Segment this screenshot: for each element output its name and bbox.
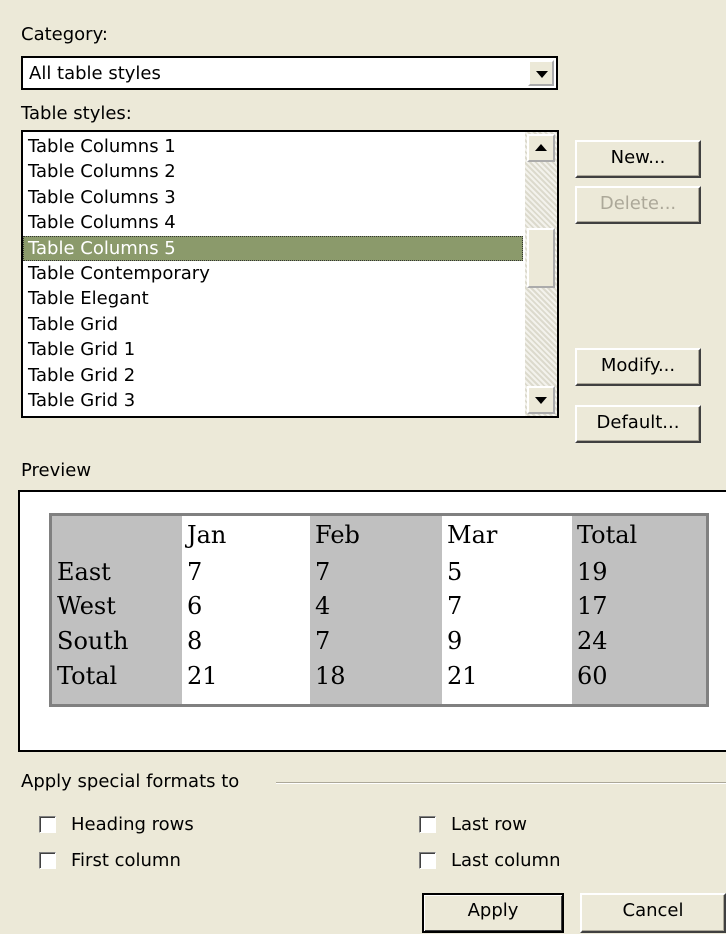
category-value: All table styles — [29, 63, 161, 84]
table-style-item[interactable]: Table Grid 1 — [23, 337, 523, 362]
apply-button[interactable]: Apply — [422, 893, 564, 933]
preview-label: Preview — [21, 460, 91, 482]
cancel-button[interactable]: Cancel — [580, 893, 726, 933]
preview-column: Feb 7 4 7 18 — [310, 516, 442, 704]
modify-button-label: Modify... — [600, 355, 676, 376]
special-formats-label: Apply special formats to — [21, 771, 239, 793]
table-style-item[interactable]: Table Columns 5 — [23, 235, 523, 261]
table-style-item[interactable]: Table Grid 2 — [23, 363, 523, 388]
preview-cell: 17 — [577, 592, 608, 620]
preview-cell: 9 — [447, 627, 463, 655]
arrow-up-icon — [535, 144, 547, 151]
preview-cell: 18 — [315, 662, 346, 690]
preview-cell: Total — [57, 662, 118, 690]
preview-cell: 24 — [577, 627, 608, 655]
delete-button-label: Delete... — [599, 193, 677, 214]
preview-label-text: Preview — [21, 460, 92, 481]
preview-header-cell: Feb — [315, 521, 360, 549]
group-divider — [276, 782, 726, 784]
special-formats-label-text: Apply special formats to — [21, 771, 240, 792]
table-styles-items: Table Columns 1 Table Columns 2 Table Colu… — [23, 134, 523, 416]
preview-cell: 5 — [447, 558, 463, 586]
modify-button[interactable]: Modify... — [575, 348, 701, 386]
preview-cell: South — [57, 627, 129, 655]
heading-rows-checkbox[interactable] — [39, 816, 56, 833]
preview-cell: 8 — [187, 627, 203, 655]
table-style-item[interactable]: Table Grid 3 — [23, 388, 523, 413]
category-label-text: Category: — [21, 24, 108, 45]
last-column-checkbox[interactable] — [419, 852, 436, 869]
first-column-checkbox[interactable] — [39, 852, 56, 869]
cancel-button-label: Cancel — [622, 900, 684, 921]
delete-button[interactable]: Delete... — [575, 186, 701, 224]
default-button[interactable]: Default... — [575, 405, 701, 443]
category-dropdown-button[interactable] — [528, 60, 554, 86]
category-dropdown[interactable]: All table styles — [21, 56, 558, 90]
preview-cell: West — [57, 592, 116, 620]
preview-header-cell: Mar — [447, 521, 498, 549]
apply-button-label: Apply — [467, 900, 519, 921]
table-style-item[interactable]: Table Columns 4 — [23, 210, 523, 235]
preview-cell: East — [57, 558, 111, 586]
table-style-item[interactable]: Table Grid 4 — [23, 413, 523, 416]
preview-cell: 7 — [187, 558, 203, 586]
preview-cell: 7 — [315, 558, 331, 586]
preview-cell: 21 — [447, 662, 478, 690]
preview-column: Total 19 17 24 60 — [572, 516, 706, 704]
preview-column: Jan 7 6 8 21 — [182, 516, 310, 704]
category-label: Category: — [21, 24, 108, 46]
preview-cell: 19 — [577, 558, 608, 586]
arrow-down-icon — [535, 397, 547, 404]
table-style-item[interactable]: Table Columns 2 — [23, 159, 523, 184]
chevron-down-icon — [536, 71, 548, 78]
preview-cell: 21 — [187, 662, 218, 690]
preview-cell: 4 — [315, 592, 331, 620]
last-row-checkbox[interactable] — [419, 816, 436, 833]
table-style-item[interactable]: Table Elegant — [23, 286, 523, 311]
default-button-label: Default... — [596, 412, 680, 433]
preview-pane: East West South Total Jan 7 6 8 21 Feb 7 4 7 18 Mar 5 7 9… — [18, 490, 726, 752]
preview-cell: 7 — [447, 592, 463, 620]
scroll-up-button[interactable] — [527, 134, 555, 162]
table-style-item[interactable]: Table Grid — [23, 312, 523, 337]
table-style-item[interactable]: Table Contemporary — [23, 261, 523, 286]
preview-header-cell: Jan — [187, 521, 227, 549]
preview-header-cell: Total — [577, 521, 638, 549]
last-row-label: Last row — [451, 814, 527, 835]
table-styles-label-text: Table styles: — [21, 103, 132, 124]
preview-cell: 6 — [187, 592, 203, 620]
preview-column: Mar 5 7 9 21 — [442, 516, 572, 704]
preview-table: East West South Total Jan 7 6 8 21 Feb 7 4 7 18 Mar 5 7 9… — [49, 513, 709, 707]
new-button[interactable]: New... — [575, 140, 701, 178]
table-styles-list[interactable]: Table Columns 1 Table Columns 2 Table Colu… — [21, 130, 559, 418]
table-styles-label: Table styles: — [21, 103, 132, 125]
scroll-down-button[interactable] — [527, 386, 555, 414]
preview-cell: 60 — [577, 662, 608, 690]
table-styles-scrollbar[interactable] — [525, 132, 557, 416]
heading-rows-label: Heading rows — [71, 814, 194, 835]
scroll-thumb[interactable] — [527, 228, 555, 288]
table-style-item[interactable]: Table Columns 3 — [23, 185, 523, 210]
new-button-label: New... — [610, 147, 666, 168]
table-style-item[interactable]: Table Columns 1 — [23, 134, 523, 159]
last-column-label: Last column — [451, 850, 561, 871]
first-column-label: First column — [71, 850, 181, 871]
preview-column: East West South Total — [52, 516, 182, 704]
preview-cell: 7 — [315, 627, 331, 655]
